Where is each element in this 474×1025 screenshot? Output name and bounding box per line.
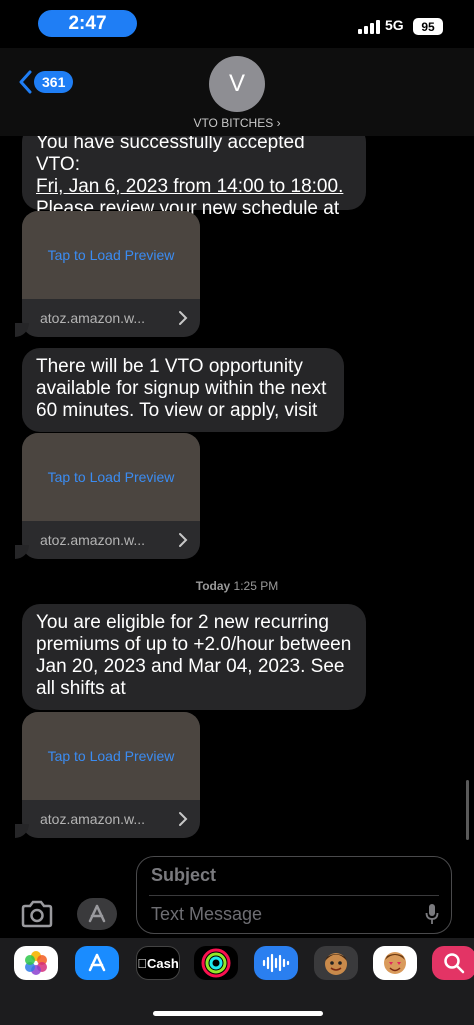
search-images-icon (444, 953, 465, 974)
chevron-right-icon (179, 812, 188, 826)
search-images-app-button[interactable] (432, 946, 474, 980)
message-line: There will be 1 VTO opportunity (36, 356, 303, 377)
bubble-tail (15, 824, 29, 838)
compose-field[interactable]: Subject Text Message (136, 856, 452, 934)
message-line: all shifts at (36, 678, 126, 699)
cellular-signal-icon (358, 20, 382, 34)
network-type: 5G (385, 17, 404, 33)
app-store-app-button[interactable] (75, 946, 119, 980)
message-line: premiums of up to +2.0/hour between (36, 634, 352, 655)
photos-app-button[interactable] (14, 946, 58, 980)
photos-icon (25, 951, 47, 975)
message-line: You are eligible for 2 new recurring (36, 612, 329, 633)
memoji-stickers-app-button[interactable] (373, 946, 417, 980)
apple-cash-label: Cash (142, 955, 179, 971)
chevron-right-icon (179, 533, 188, 547)
message-line: Fri, Jan 6, 2023 from 14:00 to 18:00. (36, 176, 344, 197)
microphone-icon[interactable] (425, 903, 439, 925)
activity-app-button[interactable] (194, 946, 238, 980)
bubble-tail (15, 323, 29, 337)
message-input[interactable]: Text Message (151, 904, 262, 925)
link-preview[interactable]: Tap to Load Preview atoz.amazon.w... (22, 433, 200, 559)
chevron-right-icon (179, 311, 188, 325)
message-line: 60 minutes. To view or apply, visit (36, 400, 318, 421)
link-preview[interactable]: Tap to Load Preview atoz.amazon.w... (22, 211, 200, 337)
activity-icon (201, 948, 231, 978)
memoji-app-button[interactable] (314, 946, 358, 980)
chevron-left-icon (19, 70, 32, 94)
link-preview[interactable]: Tap to Load Preview atoz.amazon.w... (22, 712, 200, 838)
back-button[interactable]: 361 (18, 70, 74, 94)
bubble-tail (15, 545, 29, 559)
message-line: Jan 20, 2023 and Mar 04, 2023. See (36, 656, 345, 677)
scrollbar[interactable] (466, 780, 469, 840)
imessage-app-strip: Cash (0, 938, 474, 1025)
app-store-icon (88, 953, 106, 972)
message-bubble[interactable]: You are eligible for 2 new recurring pre… (22, 604, 366, 710)
memoji-stickers-icon (384, 952, 406, 974)
link-domain: atoz.amazon.w... (40, 811, 146, 827)
subject-field[interactable]: Subject (151, 865, 216, 886)
conversation-header: 361 V VTO BITCHES › (0, 48, 474, 136)
status-bar: 2:47 5G 95 (0, 0, 474, 48)
contact-avatar[interactable]: V (209, 56, 265, 112)
tap-to-load-preview[interactable]: Tap to Load Preview (48, 748, 175, 764)
home-indicator[interactable] (153, 1011, 323, 1016)
status-time[interactable]: 2:47 (38, 10, 137, 37)
message-thread[interactable]: You have successfully accepted VTO: Fri,… (0, 136, 474, 850)
audio-message-icon (262, 953, 290, 973)
contact-name[interactable]: VTO BITCHES › (0, 116, 474, 130)
audio-message-app-button[interactable] (254, 946, 298, 980)
link-domain: atoz.amazon.w... (40, 532, 146, 548)
apple-cash-icon:  (137, 956, 147, 971)
unread-count-badge: 361 (34, 71, 74, 93)
timestamp-day: Today (195, 579, 231, 593)
memoji-icon (325, 953, 347, 975)
message-line: You have successfully accepted VTO: (36, 136, 305, 175)
app-store-icon (88, 904, 106, 923)
timestamp-time: 1:25 PM (233, 579, 279, 593)
battery-indicator: 95 (413, 18, 443, 35)
message-line: available for signup within the next (36, 378, 327, 399)
tap-to-load-preview[interactable]: Tap to Load Preview (48, 469, 175, 485)
compose-divider (149, 895, 439, 896)
message-timestamp: Today 1:25 PM (0, 579, 474, 593)
tap-to-load-preview[interactable]: Tap to Load Preview (48, 247, 175, 263)
message-bubble[interactable]: There will be 1 VTO opportunity availabl… (22, 348, 344, 432)
message-bubble[interactable]: You have successfully accepted VTO: Fri,… (22, 136, 366, 219)
camera-icon[interactable] (20, 900, 54, 928)
app-store-button[interactable] (77, 898, 117, 930)
link-domain: atoz.amazon.w... (40, 310, 146, 326)
apple-cash-app-button[interactable]: Cash (136, 946, 180, 980)
